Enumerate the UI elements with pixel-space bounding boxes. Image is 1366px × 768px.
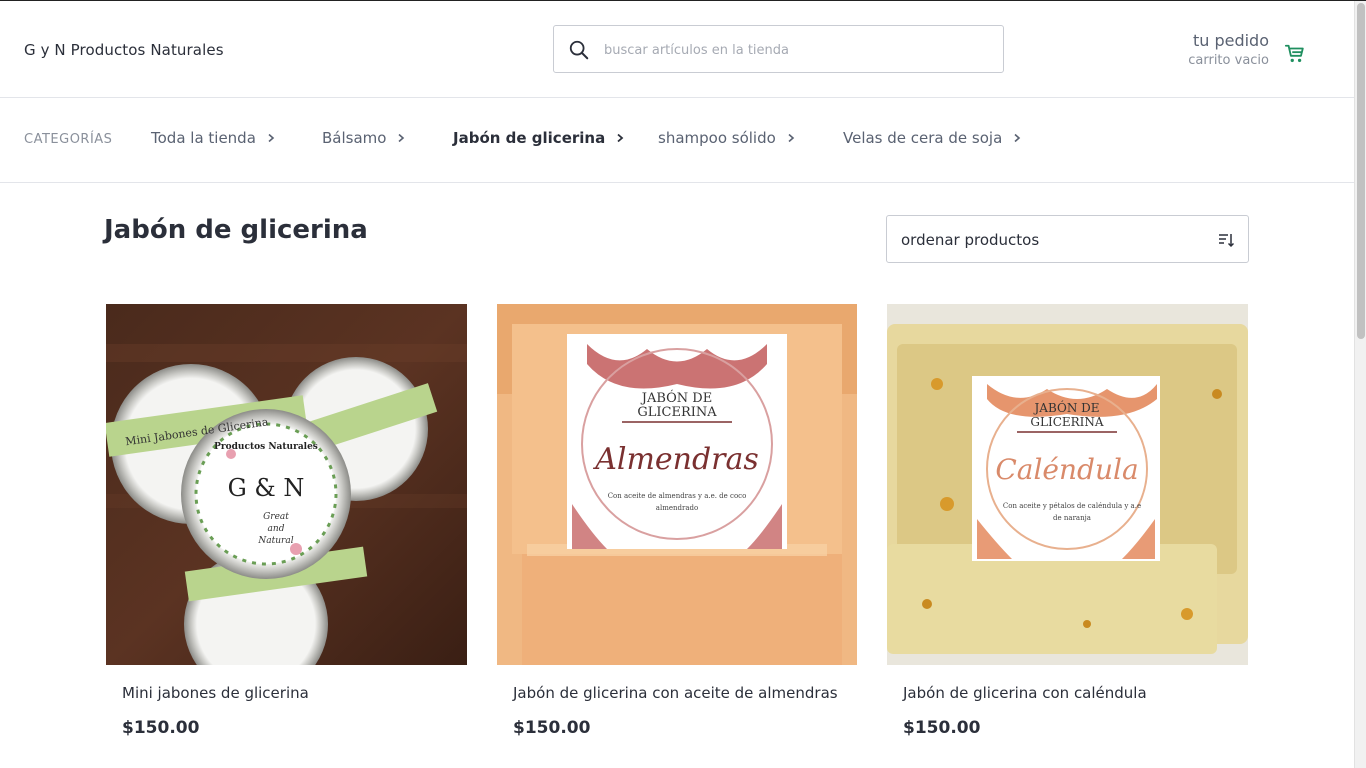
product-image[interactable]: JABÓN DE GLICERINA Almendras Con aceite …	[497, 304, 858, 665]
label-desc-2: de naranja	[1053, 514, 1091, 522]
cart-widget[interactable]: tu pedido carrito vacio	[1154, 31, 1354, 71]
page-scrollbar[interactable]	[1354, 1, 1366, 768]
brand-name[interactable]: G y N Productos Naturales	[24, 41, 224, 59]
chevron-right-icon	[788, 133, 795, 143]
product-name[interactable]: Jabón de glicerina con aceite de almendr…	[513, 684, 838, 702]
cart-status: carrito vacio	[1188, 53, 1269, 68]
label-script: Caléndula	[995, 453, 1138, 486]
product-price: $150.00	[513, 718, 591, 738]
chevron-right-icon	[398, 133, 405, 143]
product-card[interactable]: JABÓN DE GLICERINA Caléndula Con aceite …	[887, 304, 1248, 738]
chevron-right-icon	[617, 133, 624, 143]
label-line-1: JABÓN DE	[640, 389, 712, 406]
category-item-all[interactable]: Toda la tienda	[151, 129, 276, 147]
product-price: $150.00	[122, 718, 200, 738]
category-label: Bálsamo	[322, 129, 387, 147]
category-label: Jabón de glicerina	[453, 129, 606, 147]
product-price: $150.00	[903, 718, 981, 738]
categories-label: CATEGORÍAS	[24, 132, 113, 147]
chevron-right-icon	[268, 133, 275, 143]
search-box[interactable]	[553, 25, 1004, 73]
sort-icon	[1219, 234, 1234, 248]
product-name[interactable]: Jabón de glicerina con caléndula	[903, 684, 1147, 702]
cart-title[interactable]: tu pedido	[1193, 31, 1269, 50]
category-label: Velas de cera de soja	[843, 129, 1003, 147]
category-label: shampoo sólido	[658, 129, 776, 147]
tag-text-2: and	[268, 524, 285, 534]
tag-text-1: Great	[263, 512, 289, 522]
label-desc-1: Con aceite de almendras y a.e. de coco	[608, 492, 747, 500]
product-image[interactable]: JABÓN DE GLICERINA Caléndula Con aceite …	[887, 304, 1248, 665]
site-header: G y N Productos Naturales tu pedido carr…	[0, 1, 1354, 98]
label-desc-2: almendrado	[656, 504, 698, 512]
label-script: Almendras	[592, 442, 759, 477]
chevron-right-icon	[1014, 133, 1021, 143]
cart-icon[interactable]	[1284, 43, 1306, 65]
sort-select[interactable]: ordenar productos	[886, 215, 1249, 263]
category-label: Toda la tienda	[151, 129, 256, 147]
logo-text: G & N	[228, 474, 305, 502]
product-card[interactable]: Productos Naturales G & N Great and Natu…	[106, 304, 467, 738]
search-input[interactable]	[604, 36, 984, 64]
product-card[interactable]: JABÓN DE GLICERINA Almendras Con aceite …	[497, 304, 858, 738]
label-line-2: GLICERINA	[637, 405, 717, 420]
category-item-velas[interactable]: Velas de cera de soja	[843, 129, 1022, 147]
label-line-2: GLICERINA	[1030, 415, 1104, 429]
page-title: Jabón de glicerina	[104, 215, 368, 245]
category-nav: CATEGORÍAS Toda la tienda Bálsamo Jabón …	[0, 98, 1354, 183]
tag-text-3: Natural	[257, 536, 293, 546]
label-desc-1: Con aceite y pétalos de caléndula y a.e	[1003, 502, 1141, 510]
label-line-1: JABÓN DE	[1032, 399, 1099, 415]
scrollbar-thumb[interactable]	[1357, 3, 1365, 339]
product-image[interactable]: Productos Naturales G & N Great and Natu…	[106, 304, 467, 665]
product-name[interactable]: Mini jabones de glicerina	[122, 684, 309, 702]
category-item-balsamo[interactable]: Bálsamo	[322, 129, 406, 147]
category-item-shampoo[interactable]: shampoo sólido	[658, 129, 796, 147]
category-item-jabon[interactable]: Jabón de glicerina	[453, 129, 625, 147]
sort-label: ordenar productos	[901, 231, 1040, 249]
search-icon[interactable]	[568, 39, 590, 61]
